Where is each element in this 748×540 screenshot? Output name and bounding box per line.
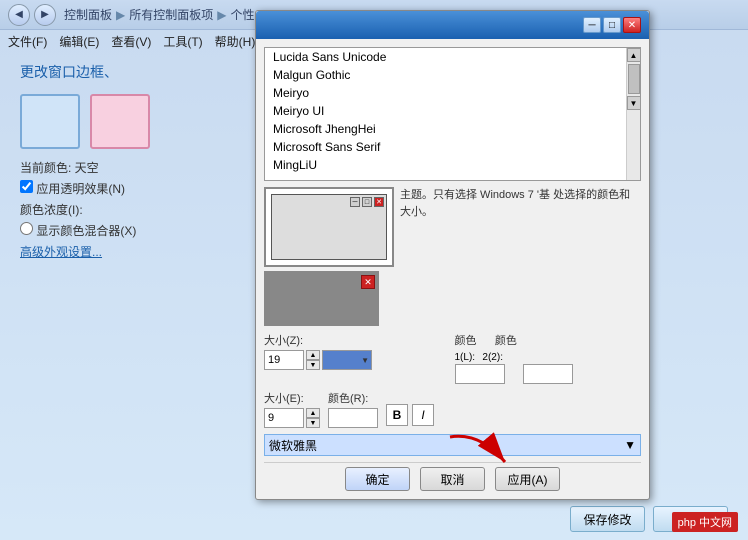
swatch-pink[interactable] — [90, 94, 150, 149]
color-2-row: 1(L): 2(2): — [455, 350, 642, 364]
watermark: php 中文网 — [672, 512, 738, 532]
color-dropdown-arrow-z: ▼ — [361, 356, 369, 365]
size-z-label: 大小(Z): — [264, 332, 451, 348]
size-e-input[interactable] — [264, 408, 304, 428]
size-e-input-row: ▲ ▼ — [264, 408, 320, 428]
spin-up-z[interactable]: ▲ — [306, 350, 320, 360]
color-box-white[interactable] — [455, 364, 505, 384]
dialog-window-controls: ─ □ ✕ — [583, 17, 641, 33]
close-button[interactable]: ✕ — [623, 17, 641, 33]
color-r-box[interactable] — [328, 408, 378, 428]
font-list-item[interactable]: Microsoft JhengHei — [265, 120, 626, 138]
spin-down-e[interactable]: ▼ — [306, 418, 320, 428]
size-1l-label: 1(L): — [455, 352, 476, 363]
preview-box-inner-1: ─ □ ✕ — [271, 194, 387, 260]
menu-tools[interactable]: 工具(T) — [163, 33, 202, 50]
preview-close-x[interactable]: ✕ — [361, 275, 375, 289]
size-e-spinners: ▲ ▼ — [306, 408, 320, 428]
size-z-input-row: ▲ ▼ ▼ — [264, 350, 451, 370]
color-r-label: 颜色(R): — [328, 390, 378, 406]
forward-button[interactable]: ▶ — [34, 4, 56, 26]
transparency-checkbox[interactable] — [20, 180, 33, 193]
save-button[interactable]: 保存修改 — [570, 506, 645, 532]
font-list[interactable]: Lucida Sans UnicodeMalgun GothicMeiryoMe… — [265, 48, 626, 174]
size-e-row-group: 大小(E): ▲ ▼ 颜色(R): B I — [264, 390, 641, 428]
font-dropdown-value: 微软雅黑 — [269, 437, 317, 454]
back-button[interactable]: ◀ — [8, 4, 30, 26]
preview-max[interactable]: □ — [362, 197, 372, 207]
scroll-down-arrow[interactable]: ▼ — [627, 96, 641, 110]
preview-min[interactable]: ─ — [350, 197, 360, 207]
font-list-item[interactable]: Lucida Sans Unicode — [265, 48, 626, 66]
size-e-label: 大小(E): — [264, 390, 320, 406]
color-2-input-row — [455, 364, 642, 384]
color-r-input-row — [328, 408, 378, 428]
dialog-titlebar: ─ □ ✕ — [256, 11, 649, 39]
font-list-item[interactable]: MingLiU — [265, 156, 626, 174]
italic-button[interactable]: I — [412, 404, 434, 426]
confirm-button[interactable]: 确定 — [345, 467, 410, 491]
size-2-label: 2(2): — [482, 352, 503, 363]
right-info-text: 主题。只有选择 Windows 7 '基 处选择的颜色和大小。 — [400, 187, 641, 326]
color-box-white-2[interactable] — [523, 364, 573, 384]
restore-button[interactable]: □ — [603, 17, 621, 33]
size-e-group: 大小(E): ▲ ▼ — [264, 390, 320, 428]
breadcrumb-item-1[interactable]: 控制面板 — [64, 6, 112, 23]
swatch-blue[interactable] — [20, 94, 80, 149]
arrow-overlay — [440, 427, 520, 480]
menu-view[interactable]: 查看(V) — [111, 33, 151, 50]
color-mixer-radio[interactable] — [20, 222, 33, 235]
menu-edit[interactable]: 编辑(E) — [59, 33, 99, 50]
breadcrumb-sep-2: ▶ — [217, 8, 226, 22]
spin-up-e[interactable]: ▲ — [306, 408, 320, 418]
breadcrumb-item-2[interactable]: 所有控制面板项 — [129, 6, 213, 23]
preview-boxes: ─ □ ✕ ✕ — [264, 187, 394, 326]
preview-close[interactable]: ✕ — [374, 197, 384, 207]
spin-down-z[interactable]: ▼ — [306, 360, 320, 370]
font-list-panel: Lucida Sans UnicodeMalgun GothicMeiryoMe… — [264, 47, 641, 181]
color-dropdown-z[interactable]: ▼ — [322, 350, 372, 370]
color-2-group: 颜色 颜色 1(L): 2(2): — [455, 332, 642, 384]
color-2-label: 颜色 颜色 — [455, 332, 642, 348]
breadcrumb-sep-1: ▶ — [116, 8, 125, 22]
breadcrumb: 控制面板 ▶ 所有控制面板项 ▶ 个性... — [64, 6, 265, 23]
scroll-thumb[interactable] — [628, 64, 640, 94]
bold-button[interactable]: B — [386, 404, 408, 426]
menu-file[interactable]: 文件(F) — [8, 33, 47, 50]
nav-buttons: ◀ ▶ — [8, 4, 56, 26]
preview-box-2: ✕ — [264, 271, 379, 326]
size-z-spinners: ▲ ▼ — [306, 350, 320, 370]
font-list-item[interactable]: Meiryo UI — [265, 102, 626, 120]
color-r-group: 颜色(R): — [328, 390, 378, 428]
size-z-group: 大小(Z): ▲ ▼ ▼ — [264, 332, 451, 384]
size-z-input[interactable] — [264, 350, 304, 370]
preview-box-1: ─ □ ✕ — [264, 187, 394, 267]
menu-help[interactable]: 帮助(H) — [215, 33, 256, 50]
font-list-item[interactable]: Meiryo — [265, 84, 626, 102]
font-list-item[interactable]: Malgun Gothic — [265, 66, 626, 84]
minimize-button[interactable]: ─ — [583, 17, 601, 33]
font-scrollbar[interactable]: ▲ ▼ — [626, 48, 640, 180]
size-color-grid: 大小(Z): ▲ ▼ ▼ 颜色 颜色 — [264, 332, 641, 384]
font-dropdown-arrow: ▼ — [624, 438, 636, 452]
preview-section: ─ □ ✕ ✕ 主题。只有选择 Windows 7 '基 处选择的颜色和大小。 — [264, 187, 641, 326]
font-list-item[interactable]: Microsoft Sans Serif — [265, 138, 626, 156]
scroll-up-arrow[interactable]: ▲ — [627, 48, 641, 62]
bold-italic-group: B I — [386, 404, 434, 426]
preview-box-2-wrap: ✕ — [264, 271, 394, 326]
preview-controls: ─ □ ✕ — [350, 197, 384, 207]
